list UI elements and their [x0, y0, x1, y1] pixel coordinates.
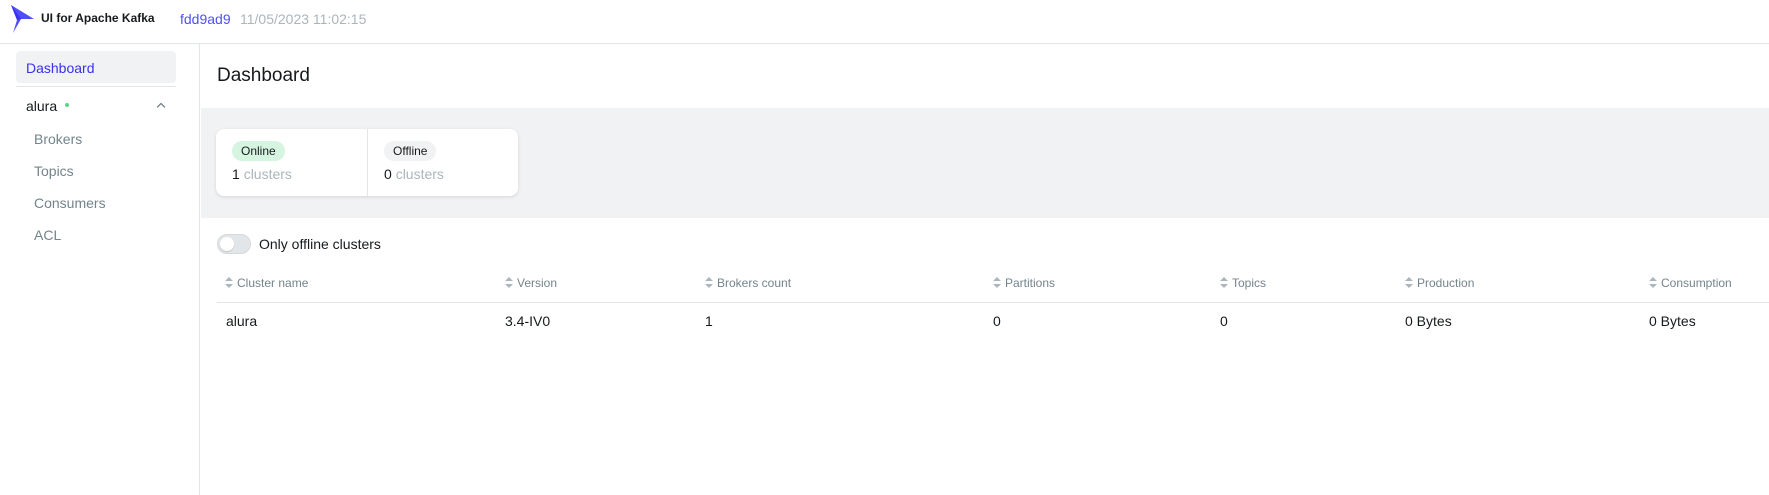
app-title[interactable]: UI for Apache Kafka — [41, 11, 155, 25]
column-header-cluster-name[interactable]: Cluster name — [225, 276, 308, 290]
sidebar-item-label: Dashboard — [26, 60, 95, 76]
kafka-ui-logo[interactable] — [9, 4, 35, 34]
sort-icon — [705, 277, 713, 288]
online-count-text: 1 clusters — [232, 166, 292, 182]
top-navbar: UI for Apache Kafka fdd9ad9 11/05/2023 1… — [0, 0, 1769, 44]
sidebar-item-topics[interactable]: Topics — [34, 163, 74, 179]
only-offline-toggle[interactable] — [217, 234, 251, 254]
main-content: Dashboard Online 1 clusters Offline 0 cl… — [201, 44, 1769, 495]
column-header-label: Topics — [1232, 276, 1267, 290]
sort-icon — [993, 277, 1001, 288]
column-header-topics[interactable]: Topics — [1220, 276, 1266, 290]
column-header-label: Version — [517, 276, 558, 290]
online-badge: Online — [232, 141, 285, 161]
cell-brokers-count: 1 — [705, 313, 713, 329]
offline-badge: Offline — [384, 141, 437, 161]
online-stat: Online 1 clusters — [216, 129, 367, 196]
page-title: Dashboard — [217, 65, 310, 86]
sort-icon — [1220, 277, 1228, 288]
sidebar: Dashboard alura Brokers Topics Consumers… — [0, 44, 200, 495]
sidebar-item-brokers[interactable]: Brokers — [34, 131, 82, 147]
sort-icon — [1649, 277, 1657, 288]
column-header-brokers-count[interactable]: Brokers count — [705, 276, 791, 290]
table-row[interactable]: alura 3.4-IV0 1 0 0 0 Bytes 0 Bytes — [217, 303, 1769, 339]
column-header-version[interactable]: Version — [505, 276, 557, 290]
sidebar-cluster-alura[interactable]: alura — [16, 90, 176, 122]
cell-partitions: 0 — [993, 313, 1001, 329]
column-header-label: Partitions — [1005, 276, 1056, 290]
toggle-knob — [220, 237, 234, 251]
sort-icon — [225, 277, 233, 288]
cluster-name: alura — [26, 98, 58, 114]
commit-link[interactable]: fdd9ad9 — [180, 11, 231, 27]
only-offline-label: Only offline clusters — [259, 236, 381, 252]
sidebar-item-acl[interactable]: ACL — [34, 227, 61, 243]
column-header-label: Brokers count — [717, 276, 792, 290]
sidebar-divider — [16, 86, 176, 87]
offline-count-text: 0 clusters — [384, 166, 444, 182]
cell-cluster-name[interactable]: alura — [226, 313, 257, 329]
sidebar-item-dashboard[interactable]: Dashboard — [16, 51, 176, 83]
build-date: 11/05/2023 11:02:15 — [240, 11, 367, 27]
sort-icon — [505, 277, 513, 288]
offline-count: 0 — [384, 166, 392, 182]
column-header-production[interactable]: Production — [1405, 276, 1474, 290]
cell-production: 0 Bytes — [1405, 313, 1452, 329]
online-status-dot — [65, 103, 69, 107]
column-header-partitions[interactable]: Partitions — [993, 276, 1055, 290]
online-unit: clusters — [243, 166, 292, 182]
chevron-up-icon[interactable] — [154, 98, 168, 112]
cell-consumption: 0 Bytes — [1649, 313, 1696, 329]
column-header-label: Production — [1417, 276, 1475, 290]
online-count: 1 — [232, 166, 240, 182]
offline-stat: Offline 0 clusters — [367, 129, 518, 196]
stats-band: Online 1 clusters Offline 0 clusters — [201, 108, 1769, 218]
cell-version: 3.4-IV0 — [505, 313, 551, 329]
offline-unit: clusters — [395, 166, 444, 182]
sidebar-item-consumers[interactable]: Consumers — [34, 195, 106, 211]
column-header-consumption[interactable]: Consumption — [1649, 276, 1732, 290]
sort-icon — [1405, 277, 1413, 288]
cluster-stats-card: Online 1 clusters Offline 0 clusters — [216, 129, 518, 196]
column-header-label: Cluster name — [237, 276, 309, 290]
column-header-label: Consumption — [1661, 276, 1732, 290]
cell-topics: 0 — [1220, 313, 1228, 329]
